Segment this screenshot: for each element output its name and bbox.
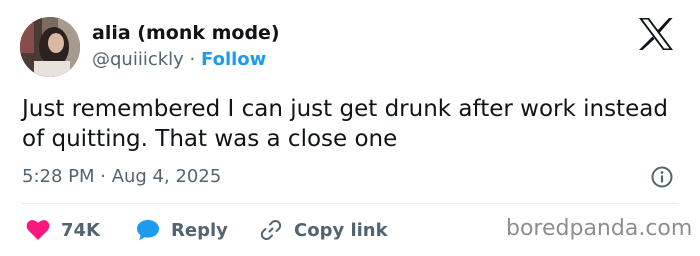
tweet-card: alia (monk mode) @quiiickly · Follow Jus…	[0, 0, 700, 256]
like-count: 74K	[61, 219, 100, 241]
handle[interactable]: @quiiickly	[92, 49, 184, 70]
info-icon[interactable]	[651, 166, 673, 188]
timestamp[interactable]: 5:28 PM · Aug 4, 2025	[22, 166, 221, 187]
display-name[interactable]: alia (monk mode)	[92, 22, 280, 44]
divider	[22, 203, 678, 204]
separator-dot: ·	[189, 49, 196, 70]
speech-bubble-icon	[137, 220, 159, 241]
link-icon	[260, 219, 282, 241]
reply-button[interactable]: Reply	[136, 217, 228, 243]
follow-button[interactable]: Follow	[201, 49, 266, 70]
like-button[interactable]: 74K	[26, 217, 100, 243]
watermark: boredpanda.com	[506, 216, 693, 241]
copy-link-label: Copy link	[294, 219, 388, 241]
heart-icon	[26, 220, 50, 240]
x-logo-icon[interactable]	[638, 18, 674, 50]
avatar[interactable]	[20, 17, 80, 77]
handle-line: @quiiickly · Follow	[92, 49, 266, 70]
copy-link-button[interactable]: Copy link	[259, 217, 388, 243]
reply-label: Reply	[171, 219, 228, 241]
avatar-image	[20, 17, 80, 77]
tweet-text: Just remembered I can just get drunk aft…	[22, 96, 668, 152]
